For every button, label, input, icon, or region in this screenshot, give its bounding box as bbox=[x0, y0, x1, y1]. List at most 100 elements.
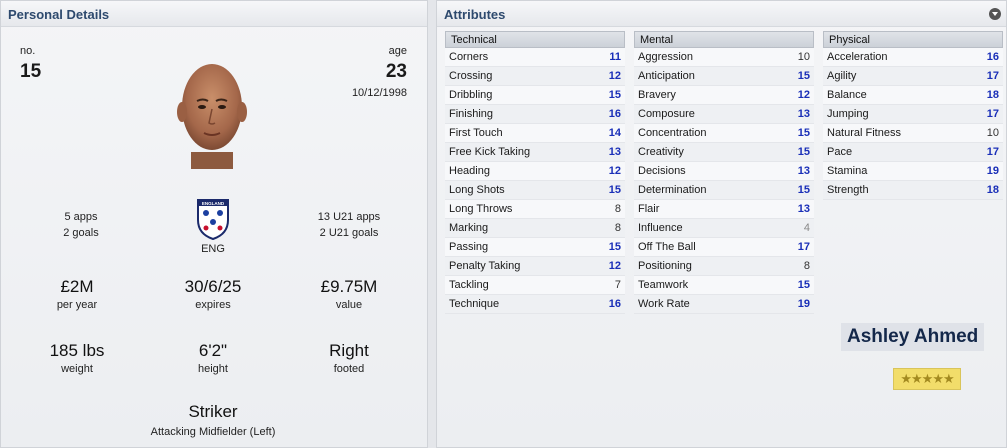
england-crest-icon[interactable]: ENGLAND bbox=[196, 198, 230, 241]
attribute-value: 16 bbox=[608, 298, 621, 310]
attribute-name: Teamwork bbox=[638, 279, 689, 291]
attribute-name: Passing bbox=[449, 241, 489, 253]
attribute-name: Dribbling bbox=[449, 89, 493, 101]
attribute-row[interactable]: Heading 12 bbox=[445, 162, 625, 181]
attribute-row[interactable]: Bravery 12 bbox=[634, 86, 814, 105]
attribute-value: 16 bbox=[608, 108, 621, 120]
attribute-name: Work Rate bbox=[638, 298, 690, 310]
attribute-row[interactable]: Off The Ball 17 bbox=[634, 238, 814, 257]
attribute-row[interactable]: Marking 8 bbox=[445, 219, 625, 238]
attribute-row[interactable]: First Touch 14 bbox=[445, 124, 625, 143]
attribute-value: 15 bbox=[608, 89, 621, 101]
attribute-row[interactable]: Determination 15 bbox=[634, 181, 814, 200]
attribute-name: Free Kick Taking bbox=[449, 146, 531, 158]
attribute-row[interactable]: Stamina 19 bbox=[823, 162, 1003, 181]
attribute-row[interactable]: Aggression 10 bbox=[634, 48, 814, 67]
attribute-row[interactable]: Creativity 15 bbox=[634, 143, 814, 162]
attribute-row[interactable]: Crossing 12 bbox=[445, 67, 625, 86]
panel-title: Attributes bbox=[444, 7, 506, 22]
contract-label: expires bbox=[195, 299, 231, 311]
height-value: 6'2" bbox=[198, 341, 228, 360]
attribute-row[interactable]: Dribbling 15 bbox=[445, 86, 625, 105]
height-label: height bbox=[198, 363, 228, 375]
attribute-name: Determination bbox=[638, 184, 707, 196]
panel-title: Personal Details bbox=[8, 7, 110, 22]
attribute-value: 17 bbox=[986, 108, 999, 120]
senior-goals: 2 goals bbox=[63, 227, 99, 239]
attribute-name: Long Shots bbox=[449, 184, 505, 196]
attribute-value: 13 bbox=[797, 165, 810, 177]
attribute-name: First Touch bbox=[449, 127, 503, 139]
attribute-row[interactable]: Natural Fitness 10 bbox=[823, 124, 1003, 143]
wage-label: per year bbox=[56, 299, 98, 311]
attribute-row[interactable]: Tackling 7 bbox=[445, 276, 625, 295]
attribute-row[interactable]: Long Throws 8 bbox=[445, 200, 625, 219]
attribute-value: 13 bbox=[608, 146, 621, 158]
technical-attributes: Technical Corners 11 Crossing 12 Dribbling 15… bbox=[445, 31, 625, 314]
attribute-value: 18 bbox=[986, 89, 999, 101]
attribute-name: Influence bbox=[638, 222, 683, 234]
u21-apps: 13 U21 apps bbox=[317, 211, 381, 223]
attribute-row[interactable]: Penalty Taking 12 bbox=[445, 257, 625, 276]
attributes-panel: Attributes Technical Corners 11 Crossing 12… bbox=[436, 0, 1007, 448]
attribute-name: Composure bbox=[638, 108, 695, 120]
physical-attributes: Physical Acceleration 16 Agility 17 Balance 1… bbox=[823, 31, 1003, 200]
attribute-name: Stamina bbox=[827, 165, 868, 177]
attribute-row[interactable]: Agility 17 bbox=[823, 67, 1003, 86]
attribute-row[interactable]: Long Shots 15 bbox=[445, 181, 625, 200]
value-label: value bbox=[335, 299, 363, 311]
attribute-name: Anticipation bbox=[638, 70, 695, 82]
attribute-name: Bravery bbox=[638, 89, 676, 101]
attribute-row[interactable]: Work Rate 19 bbox=[634, 295, 814, 314]
attribute-row[interactable]: Concentration 15 bbox=[634, 124, 814, 143]
attribute-row[interactable]: Composure 13 bbox=[634, 105, 814, 124]
attribute-value: 4 bbox=[803, 222, 810, 234]
physical-header: Physical bbox=[823, 31, 1003, 48]
attribute-value: 19 bbox=[986, 165, 999, 177]
preferred-foot: Right bbox=[329, 341, 369, 360]
attribute-value: 15 bbox=[797, 279, 810, 291]
attribute-row[interactable]: Teamwork 15 bbox=[634, 276, 814, 295]
u21-goals: 2 U21 goals bbox=[319, 227, 379, 239]
attribute-row[interactable]: Flair 13 bbox=[634, 200, 814, 219]
attribute-row[interactable]: Positioning 8 bbox=[634, 257, 814, 276]
mental-attributes: Mental Aggression 10 Anticipation 15 Bravery… bbox=[634, 31, 814, 314]
attribute-row[interactable]: Anticipation 15 bbox=[634, 67, 814, 86]
technical-header: Technical bbox=[445, 31, 625, 48]
attribute-row[interactable]: Influence 4 bbox=[634, 219, 814, 238]
star-rating: ★★★★★ bbox=[893, 368, 961, 390]
attribute-value: 15 bbox=[797, 184, 810, 196]
attribute-value: 19 bbox=[797, 298, 810, 310]
attribute-row[interactable]: Free Kick Taking 13 bbox=[445, 143, 625, 162]
attribute-value: 8 bbox=[614, 203, 621, 215]
attribute-row[interactable]: Jumping 17 bbox=[823, 105, 1003, 124]
attribute-name: Long Throws bbox=[449, 203, 513, 215]
attribute-name: Aggression bbox=[638, 51, 694, 63]
mental-header: Mental bbox=[634, 31, 814, 48]
attribute-row[interactable]: Technique 16 bbox=[445, 295, 625, 314]
attribute-name: Positioning bbox=[638, 260, 692, 272]
attribute-name: Off The Ball bbox=[638, 241, 696, 253]
primary-position: Striker bbox=[188, 402, 238, 421]
attribute-value: 10 bbox=[986, 127, 999, 139]
attribute-row[interactable]: Strength 18 bbox=[823, 181, 1003, 200]
attribute-value: 17 bbox=[986, 70, 999, 82]
attribute-name: Corners bbox=[449, 51, 489, 63]
attribute-value: 15 bbox=[797, 127, 810, 139]
transfer-value: £9.75M bbox=[320, 277, 378, 296]
attribute-row[interactable]: Pace 17 bbox=[823, 143, 1003, 162]
attribute-row[interactable]: Decisions 13 bbox=[634, 162, 814, 181]
attribute-value: 12 bbox=[608, 165, 621, 177]
attribute-name: Strength bbox=[827, 184, 869, 196]
squad-number-label: no. bbox=[20, 45, 36, 57]
squad-number: 15 bbox=[20, 61, 42, 82]
attribute-row[interactable]: Balance 18 bbox=[823, 86, 1003, 105]
attribute-name: Balance bbox=[827, 89, 867, 101]
attribute-row[interactable]: Passing 15 bbox=[445, 238, 625, 257]
attribute-value: 12 bbox=[608, 260, 621, 272]
attribute-row[interactable]: Corners 11 bbox=[445, 48, 625, 67]
chevron-down-icon[interactable] bbox=[989, 8, 1001, 20]
attribute-value: 15 bbox=[797, 146, 810, 158]
attribute-row[interactable]: Finishing 16 bbox=[445, 105, 625, 124]
attribute-row[interactable]: Acceleration 16 bbox=[823, 48, 1003, 67]
